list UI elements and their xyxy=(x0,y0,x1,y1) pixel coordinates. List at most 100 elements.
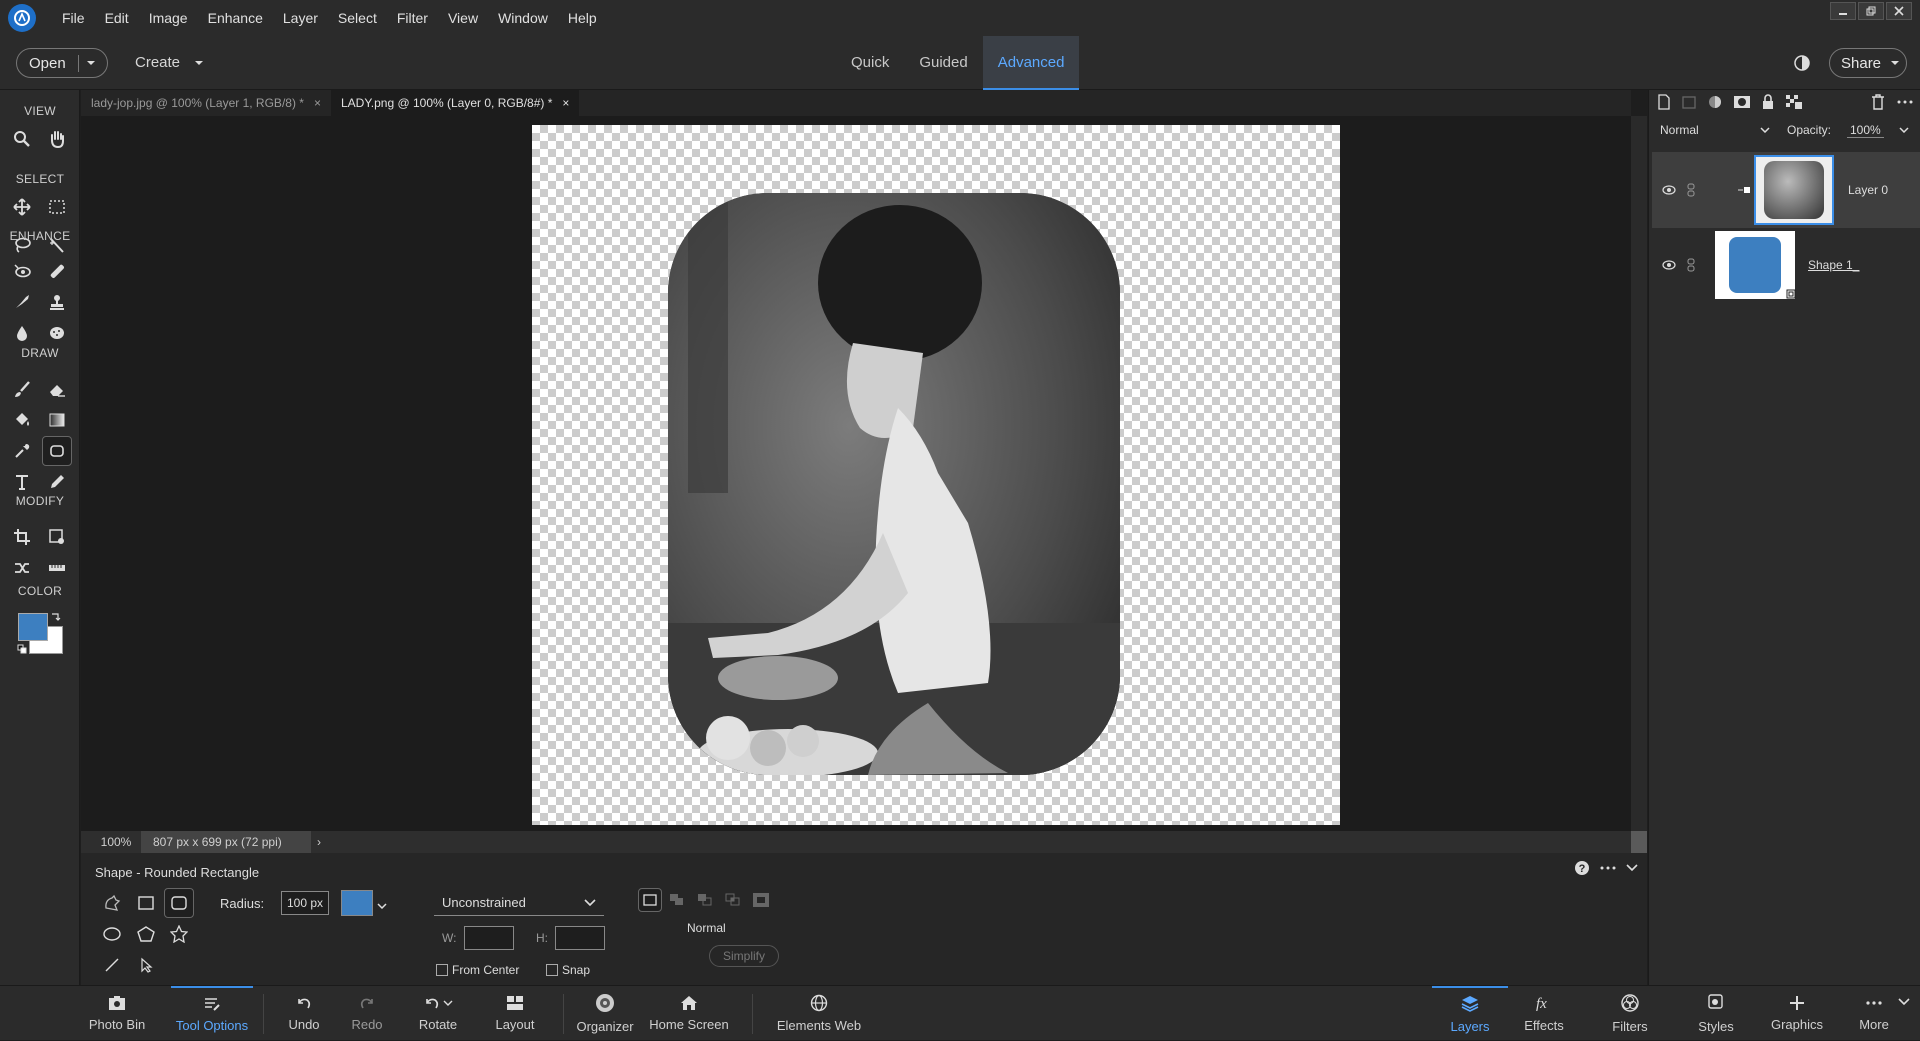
status-expand-icon[interactable]: › xyxy=(311,835,321,849)
restore-button[interactable] xyxy=(1858,2,1884,20)
recompose-tool-icon[interactable] xyxy=(42,522,72,552)
add-mask-icon[interactable] xyxy=(1733,95,1751,109)
app-logo-icon[interactable] xyxy=(8,4,36,32)
layer-row-layer-0[interactable]: Layer 0 xyxy=(1652,152,1920,228)
eyedropper-tool-icon[interactable] xyxy=(7,436,37,466)
bottom-bar-collapse-icon[interactable] xyxy=(1898,998,1910,1006)
menu-image[interactable]: Image xyxy=(139,10,198,26)
delete-layer-icon[interactable] xyxy=(1871,94,1885,110)
from-center-checkbox[interactable]: From Center xyxy=(436,963,519,977)
home-screen-button[interactable]: Home Screen xyxy=(649,986,729,1041)
theme-toggle-icon[interactable] xyxy=(1793,54,1811,72)
custom-shape-icon[interactable] xyxy=(97,888,127,918)
blur-tool-icon[interactable] xyxy=(7,318,37,348)
subtract-from-shape-icon[interactable] xyxy=(693,888,717,912)
eraser-tool-icon[interactable] xyxy=(42,374,72,404)
ellipse-shape-icon[interactable] xyxy=(97,919,127,949)
visibility-eye-icon[interactable] xyxy=(1662,260,1676,270)
close-tab-icon[interactable]: × xyxy=(314,90,321,116)
rotate-button[interactable]: Rotate xyxy=(410,986,466,1041)
document-canvas[interactable] xyxy=(532,125,1340,825)
red-eye-tool-icon[interactable] xyxy=(7,256,37,286)
content-aware-move-icon[interactable] xyxy=(7,553,37,583)
default-colors-icon[interactable] xyxy=(17,644,27,654)
layer-0-name[interactable]: Layer 0 xyxy=(1848,183,1888,197)
foreground-color-swatch[interactable] xyxy=(18,613,48,641)
more-button[interactable]: More xyxy=(1854,986,1894,1041)
panel-menu-icon[interactable] xyxy=(1897,100,1913,104)
swap-colors-icon[interactable] xyxy=(51,611,61,621)
zoom-level[interactable]: 100% xyxy=(81,835,141,849)
polygon-shape-icon[interactable] xyxy=(131,919,161,949)
width-input[interactable] xyxy=(464,926,514,950)
layout-button[interactable]: Layout xyxy=(492,986,538,1041)
menu-help[interactable]: Help xyxy=(558,10,607,26)
lock-all-icon[interactable] xyxy=(1761,94,1775,110)
fill-color-dropdown-icon[interactable] xyxy=(377,903,387,909)
move-tool-icon[interactable] xyxy=(7,192,37,222)
hand-tool-icon[interactable] xyxy=(42,124,72,154)
opacity-input[interactable]: 100% xyxy=(1847,120,1909,140)
doc-tab-lady-jop[interactable]: lady-jop.jpg @ 100% (Layer 1, RGB/8) * × xyxy=(81,90,331,116)
new-layer-icon[interactable] xyxy=(1657,94,1671,110)
create-button[interactable]: Create xyxy=(135,54,204,71)
new-shape-layer-icon[interactable] xyxy=(638,888,662,912)
styles-button[interactable]: Styles xyxy=(1696,986,1736,1041)
redo-button[interactable]: Redo xyxy=(347,986,387,1041)
open-button[interactable]: Open xyxy=(16,48,108,78)
layer-link-icon[interactable] xyxy=(1687,258,1695,272)
shape-blend-mode[interactable]: Normal xyxy=(687,921,726,935)
exclude-overlap-icon[interactable] xyxy=(749,888,773,912)
layer-link-icon[interactable] xyxy=(1687,183,1695,197)
paint-bucket-icon[interactable] xyxy=(7,405,37,435)
menu-filter[interactable]: Filter xyxy=(387,10,438,26)
pencil-tool-icon[interactable] xyxy=(42,467,72,497)
straighten-tool-icon[interactable] xyxy=(42,553,72,583)
menu-view[interactable]: View xyxy=(438,10,488,26)
vertical-scrollbar[interactable] xyxy=(1631,116,1647,831)
simplify-button[interactable]: Simplify xyxy=(709,945,779,967)
help-icon[interactable]: ? xyxy=(1574,860,1590,876)
tab-guided[interactable]: Guided xyxy=(904,36,982,90)
tab-advanced[interactable]: Advanced xyxy=(982,36,1080,90)
intersect-shape-icon[interactable] xyxy=(721,888,745,912)
brush-tool-icon[interactable] xyxy=(7,374,37,404)
minimize-button[interactable] xyxy=(1830,2,1856,20)
close-window-button[interactable] xyxy=(1886,2,1912,20)
line-shape-icon[interactable] xyxy=(97,950,127,980)
radius-input[interactable]: 100 px xyxy=(281,891,329,915)
layer-row-shape-1[interactable]: Shape 1_ xyxy=(1652,227,1920,303)
new-group-icon[interactable] xyxy=(1681,94,1697,110)
star-shape-icon[interactable] xyxy=(164,919,194,949)
layers-button[interactable]: Layers xyxy=(1432,986,1508,1041)
tab-quick[interactable]: Quick xyxy=(836,36,904,90)
organizer-button[interactable]: Organizer xyxy=(573,986,637,1041)
doc-tab-lady-png[interactable]: LADY.png @ 100% (Layer 0, RGB/8#) * × xyxy=(330,90,580,116)
type-tool-icon[interactable] xyxy=(7,467,37,497)
add-to-shape-icon[interactable] xyxy=(665,888,689,912)
rectangle-shape-icon[interactable] xyxy=(131,888,161,918)
zoom-tool-icon[interactable] xyxy=(7,124,37,154)
open-dropdown-icon[interactable] xyxy=(79,60,96,66)
snap-checkbox[interactable]: Snap xyxy=(546,963,590,977)
crop-tool-icon[interactable] xyxy=(7,522,37,552)
adjustment-layer-icon[interactable] xyxy=(1707,94,1723,110)
marquee-tool-icon[interactable] xyxy=(42,192,72,222)
collapse-panel-icon[interactable] xyxy=(1626,864,1638,872)
menu-edit[interactable]: Edit xyxy=(95,10,139,26)
elements-web-button[interactable]: Elements Web xyxy=(776,986,862,1041)
shape-1-name[interactable]: Shape 1_ xyxy=(1808,258,1859,272)
visibility-eye-icon[interactable] xyxy=(1662,185,1676,195)
close-tab-icon[interactable]: × xyxy=(562,90,569,116)
rounded-rectangle-shape-icon[interactable] xyxy=(164,888,194,918)
shape-tool-icon[interactable] xyxy=(42,436,72,466)
gradient-tool-icon[interactable] xyxy=(42,405,72,435)
sponge-tool-icon[interactable] xyxy=(42,318,72,348)
shape-fill-color-swatch[interactable] xyxy=(341,890,373,916)
share-button[interactable]: Share xyxy=(1829,48,1907,78)
more-options-icon[interactable] xyxy=(1600,866,1616,870)
graphics-button[interactable]: Graphics xyxy=(1770,986,1824,1041)
menu-file[interactable]: File xyxy=(52,10,95,26)
menu-layer[interactable]: Layer xyxy=(273,10,328,26)
layer-blend-mode-select[interactable]: Normal xyxy=(1660,120,1770,140)
